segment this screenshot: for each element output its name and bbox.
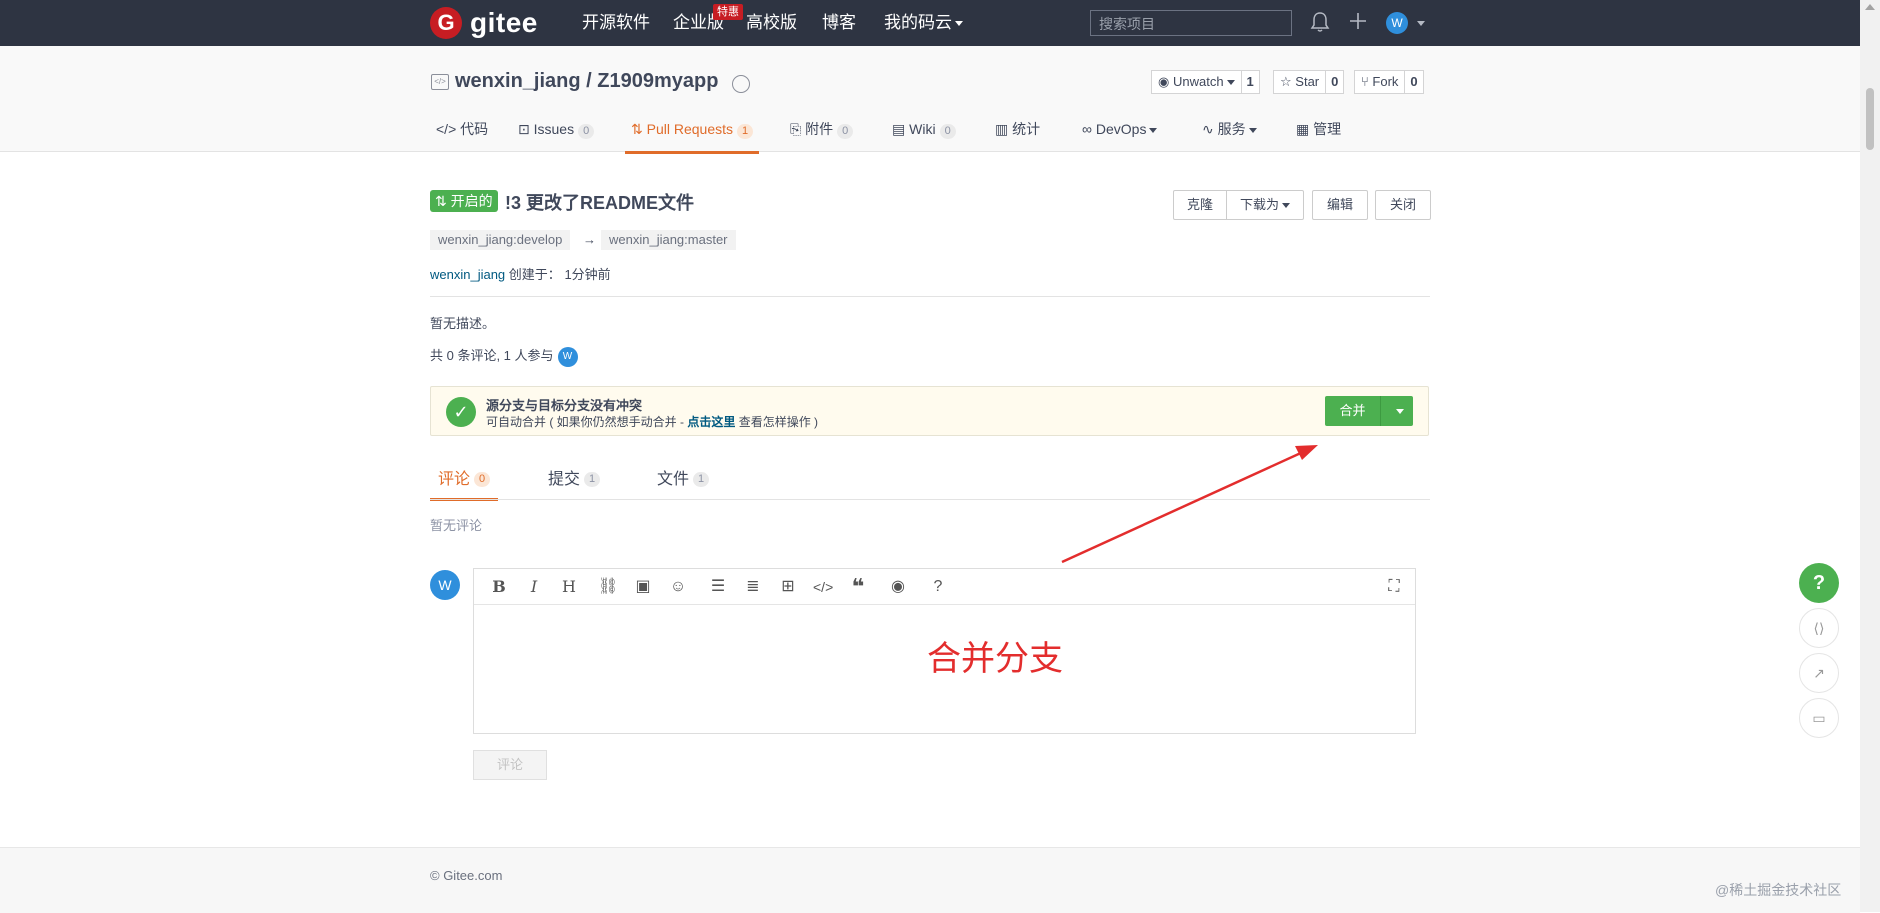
scrollbar-thumb[interactable] [1866,88,1874,150]
scroll-up-icon[interactable] [1865,4,1875,10]
code-float-icon[interactable]: ⟨⟩ [1799,608,1839,648]
share-float-icon[interactable]: ↗ [1799,653,1839,693]
watermark: @稀土掘金技术社区 [1715,882,1842,898]
footer [0,847,1860,913]
annotation-arrow [1061,445,1318,564]
help-float-button[interactable]: ? [1799,563,1839,603]
copyright: © Gitee.com [430,868,503,883]
chat-float-icon[interactable]: ▭ [1799,698,1839,738]
